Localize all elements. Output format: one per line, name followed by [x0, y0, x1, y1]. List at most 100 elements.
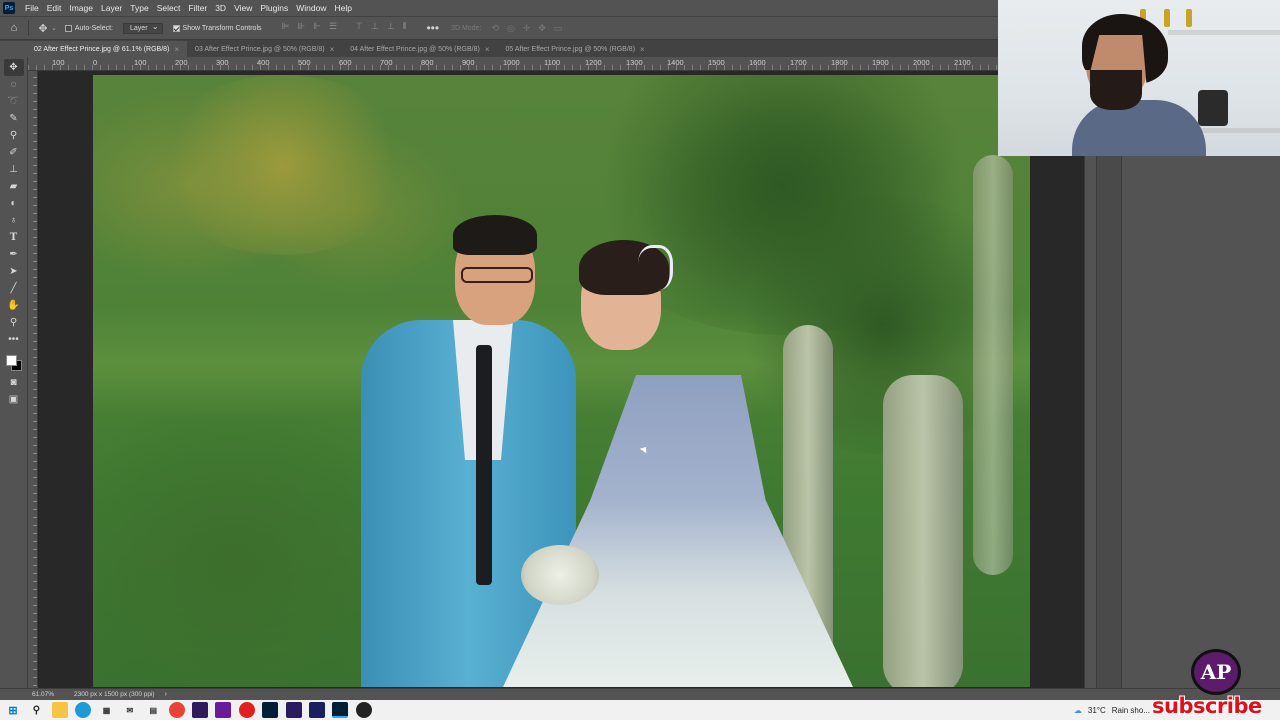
zoom-tool-icon[interactable]: ⚲ — [4, 314, 24, 331]
foreground-color-swatch[interactable] — [5, 355, 17, 366]
show-transform-label: Show Transform Controls — [182, 24, 262, 32]
close-icon[interactable]: × — [485, 45, 490, 54]
align-right-icon[interactable]: ⊩ — [313, 21, 321, 35]
menu-image[interactable]: Image — [65, 3, 97, 13]
ruler-label: 800 — [421, 58, 434, 67]
menu-window[interactable]: Window — [292, 3, 330, 13]
media-encoder-icon[interactable] — [215, 702, 232, 718]
adobe-app-icon[interactable] — [285, 702, 302, 718]
opera-icon[interactable] — [238, 702, 255, 718]
align-center-icon[interactable]: ⊪ — [297, 21, 305, 35]
screen-mode-icon[interactable]: ▣ — [4, 391, 24, 408]
menu-select[interactable]: Select — [153, 3, 185, 13]
windows-start-icon[interactable]: ⊞ — [5, 702, 21, 718]
menu-plugins[interactable]: Plugins — [256, 3, 292, 13]
menu-filter[interactable]: Filter — [184, 3, 211, 13]
obs-icon[interactable] — [355, 702, 372, 718]
chevron-down-icon[interactable]: ⌄ — [51, 24, 57, 32]
premiere-icon[interactable] — [308, 702, 325, 718]
after-effects-icon[interactable] — [192, 702, 208, 718]
calculator-icon[interactable]: ▤ — [145, 702, 161, 718]
close-icon[interactable]: × — [640, 45, 645, 54]
edge-icon[interactable] — [75, 702, 92, 718]
align-top-icon[interactable]: ⊤ — [355, 21, 363, 35]
align-middle-icon[interactable]: ⊥ — [371, 21, 379, 35]
tab-document-02[interactable]: 02 After Effect Prince.jpg @ 61.1% (RGB/… — [0, 41, 188, 57]
align-left-icon[interactable]: ⊫ — [282, 21, 290, 35]
tab-document-03[interactable]: 03 After Effect Prince.jpg @ 50% (RGB/8)… — [187, 41, 343, 57]
path-selection-tool-icon[interactable]: ➤ — [4, 263, 24, 280]
3d-roll-icon[interactable]: ◎ — [507, 23, 515, 34]
brush-tool-icon[interactable]: ✐ — [4, 144, 24, 161]
blur-tool-icon[interactable]: ♁ — [4, 212, 24, 229]
marquee-tool-icon[interactable]: ◌ — [4, 76, 24, 93]
home-icon[interactable]: ⌂ — [6, 20, 22, 36]
ruler-label: 1400 — [667, 58, 684, 67]
quick-selection-tool-icon[interactable]: ✎ — [4, 110, 24, 127]
menu-edit[interactable]: Edit — [43, 3, 66, 13]
tab-document-04[interactable]: 04 After Effect Prince.jpg @ 50% (RGB/8)… — [342, 41, 498, 57]
search-icon[interactable]: ⚲ — [28, 702, 44, 718]
menu-layer[interactable]: Layer — [97, 3, 126, 13]
weather-text[interactable]: Rain sho... — [1112, 706, 1150, 715]
menu-view[interactable]: View — [230, 3, 256, 13]
3d-scale-icon[interactable]: ▭ — [554, 23, 563, 34]
more-tools-icon[interactable]: ••• — [4, 331, 24, 348]
options-bar: ⌂ ✥ ⌄ Auto-Select: Layer Show Transform … — [0, 16, 1000, 40]
stamp-tool-icon[interactable]: ⊥ — [4, 161, 24, 178]
photoshop-taskbar-icon[interactable] — [332, 702, 349, 718]
line-tool-icon[interactable]: ╱ — [4, 280, 24, 297]
presenter-beard — [1090, 70, 1142, 110]
store-icon[interactable]: ▦ — [99, 702, 115, 718]
mail-icon[interactable]: ✉ — [122, 702, 138, 718]
show-transform-checkbox[interactable]: Show Transform Controls — [172, 24, 262, 32]
ruler-label: 2100 — [954, 58, 971, 67]
canvas-area[interactable] — [38, 71, 1084, 688]
gradient-tool-icon[interactable]: ◐ — [4, 195, 24, 212]
distribute-icon[interactable]: ☰ — [329, 21, 337, 35]
3d-slide-icon[interactable]: ✥ — [538, 23, 546, 34]
checkbox-box-checked[interactable] — [172, 24, 180, 32]
more-options-icon[interactable]: ••• — [426, 21, 439, 35]
lasso-tool-icon[interactable]: ➰ — [4, 93, 24, 110]
audition-icon[interactable] — [262, 702, 279, 718]
align-bottom-icon[interactable]: ⊥ — [387, 21, 395, 35]
tools-panel: ✥ ◌ ➰ ✎ ⚲ ✐ ⊥ ▰ ◐ ♁ T ✒ ➤ ╱ ✋ ⚲ ••• ◙ ▣ — [0, 57, 28, 689]
color-swatches[interactable] — [3, 350, 25, 372]
chrome-icon[interactable] — [168, 702, 185, 718]
tree-trunk — [883, 375, 963, 687]
weather-icon[interactable]: ☁ — [1074, 706, 1082, 715]
3d-pan-icon[interactable]: ✛ — [523, 23, 531, 34]
tab-document-05[interactable]: 05 After Effect Prince.jpg @ 50% (RGB/8)… — [497, 41, 653, 57]
ruler-label: 2000 — [913, 58, 930, 67]
presenter-body — [1072, 100, 1206, 156]
wedding-photo[interactable] — [93, 75, 1030, 687]
chevron-right-icon[interactable]: › — [165, 691, 167, 698]
menu-help[interactable]: Help — [330, 3, 355, 13]
eraser-tool-icon[interactable]: ▰ — [4, 178, 24, 195]
distribute-vertical-icon[interactable]: ⫴ — [403, 21, 407, 35]
menu-3d[interactable]: 3D — [211, 3, 230, 13]
move-tool-icon[interactable]: ✥ — [3, 59, 24, 76]
pen-tool-icon[interactable]: ✒ — [4, 246, 24, 263]
3d-mode-label: 3D Mode: — [451, 24, 482, 32]
menu-file[interactable]: File — [21, 3, 43, 13]
hand-tool-icon[interactable]: ✋ — [4, 297, 24, 314]
ruler-label: 1000 — [503, 58, 520, 67]
menu-type[interactable]: Type — [126, 3, 152, 13]
checkbox-box[interactable] — [64, 24, 72, 32]
file-explorer-icon[interactable] — [51, 702, 68, 718]
eyedropper-tool-icon[interactable]: ⚲ — [4, 127, 24, 144]
bride-tiara — [638, 245, 673, 290]
zoom-level[interactable]: 61.07% — [0, 691, 62, 698]
subscribe-text[interactable]: subscribe — [1152, 694, 1280, 720]
close-icon[interactable]: × — [330, 45, 335, 54]
quick-mask-icon[interactable]: ◙ — [4, 374, 24, 391]
3d-orbit-icon[interactable]: ⟲ — [491, 23, 499, 34]
close-icon[interactable]: × — [174, 45, 179, 54]
type-tool-icon[interactable]: T — [4, 229, 24, 246]
move-tool-icon[interactable]: ✥ — [35, 20, 51, 36]
temperature[interactable]: 31°C — [1088, 706, 1106, 715]
auto-select-checkbox[interactable]: Auto-Select: — [64, 24, 113, 32]
layer-dropdown[interactable]: Layer — [123, 22, 163, 34]
